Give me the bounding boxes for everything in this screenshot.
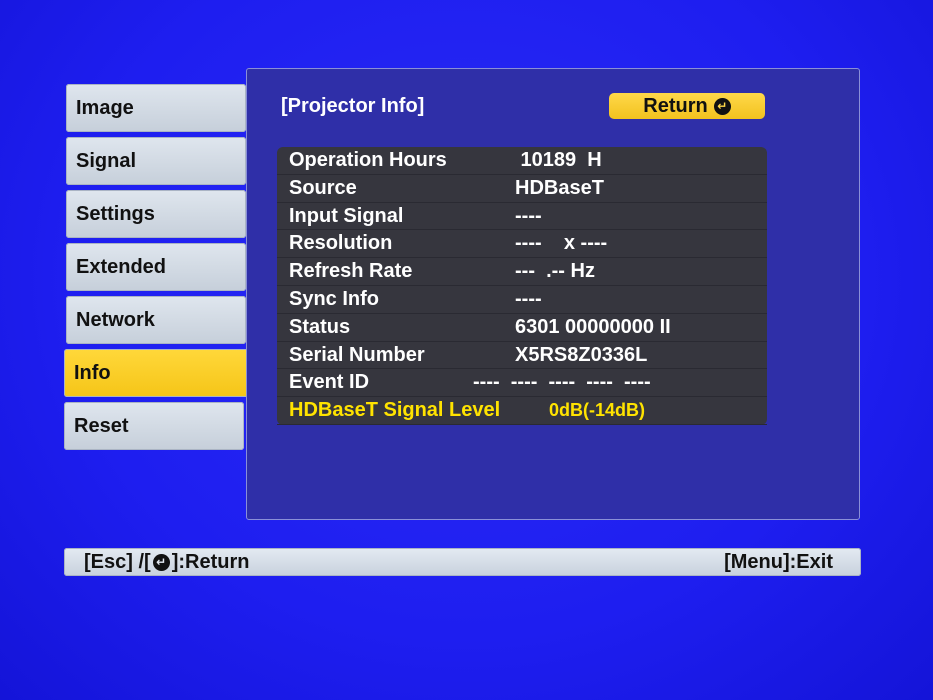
info-value: ---- x ---- [515,232,608,255]
info-key: HDBaseT Signal Level [289,399,501,422]
info-row-resolution: Resolution ---- x ---- [277,230,767,259]
info-value: X5RS8Z0336L [515,343,648,366]
info-value: ---- [515,204,542,227]
info-key: Input Signal [289,204,404,227]
menu-item-label: Extended [76,256,167,278]
info-row-input-signal: Input Signal ---- [277,203,767,231]
projector-osd-screen: Image Signal Settings Extended Network I… [0,0,933,700]
info-row-refresh-rate: Refresh Rate --- .-- Hz [277,258,767,286]
info-value: ---- [515,287,542,310]
menu-item-settings[interactable]: Settings [66,190,246,238]
footer-left-suffix: ]:Return [171,551,250,573]
info-key: Refresh Rate [289,260,413,283]
info-key: Status [289,315,351,338]
info-row-source: Source HDBaseT [277,175,767,203]
help-footer: [Esc] /[↵]:Return [Menu]:Exit [64,548,861,576]
menu-item-label: Signal [76,150,137,172]
footer-exit-hint: [Menu]:Exit [724,551,833,573]
menu-item-label: Reset [74,415,129,437]
enter-icon: ↵ [713,98,731,116]
info-row-status: Status 6301 00000000 II [277,314,767,342]
return-button[interactable]: Return ↵ [609,93,765,119]
menu-item-signal[interactable]: Signal [66,137,246,185]
info-value: --- .-- Hz [515,260,595,283]
menu-item-image[interactable]: Image [66,84,246,132]
menu-item-network[interactable]: Network [66,296,246,344]
info-table: Operation Hours 10189 H Source HDBaseT I… [277,147,767,425]
info-row-hdbaset-signal-level: HDBaseT Signal Level 0dB(-14dB) [277,397,767,425]
info-value: HDBaseT [515,176,604,199]
info-row-event-id: Event ID ---- ---- ---- ---- ---- [277,369,767,398]
projector-info-panel: [Projector Info] Return ↵ Operation Hours… [246,68,860,520]
info-value: 6301 00000000 II [515,315,671,338]
info-key: Event ID [289,371,370,394]
menu-item-label: Image [76,97,134,119]
menu-item-reset[interactable]: Reset [64,402,244,450]
info-key: Resolution [289,232,393,255]
enter-icon: ↵ [152,554,170,572]
info-value: ---- ---- ---- ---- ---- [473,371,651,394]
menu-item-label: Settings [76,203,155,225]
info-key: Serial Number [289,343,425,366]
info-key: Sync Info [289,287,380,310]
menu-item-label: Info [74,362,111,384]
menu-item-label: Network [76,309,155,331]
info-value: 10189 H [515,149,602,171]
footer-return-hint: [Esc] /[↵]:Return [84,548,249,576]
menu-item-extended[interactable]: Extended [66,243,246,291]
footer-left-prefix: [Esc] /[ [84,551,151,573]
info-key: Operation Hours [289,149,447,171]
menu-item-info[interactable]: Info [64,349,260,397]
info-key: Source [289,176,357,199]
info-row-sync-info: Sync Info ---- [277,286,767,314]
return-label: Return [643,95,708,117]
info-value: 0dB(-14dB) [549,400,646,421]
info-row-serial-number: Serial Number X5RS8Z0336L [277,342,767,370]
info-row-operation-hours: Operation Hours 10189 H [277,147,767,175]
panel-title: [Projector Info] [281,95,425,117]
